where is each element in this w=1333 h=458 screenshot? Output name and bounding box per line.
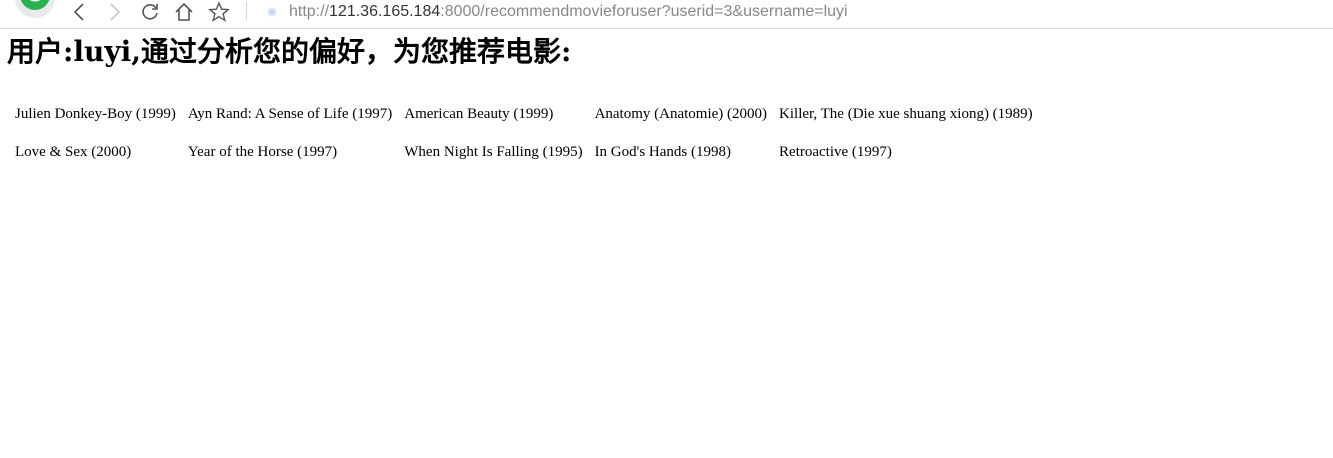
page-title: 用户:luyi,通过分析您的偏好，为您推荐电影: [7, 32, 571, 72]
chevron-right-icon [110, 3, 121, 21]
url-text[interactable]: http://121.36.165.184:8000/recommendmovi… [289, 3, 848, 21]
forward-button[interactable] [104, 0, 126, 24]
title-prefix: 用户 [7, 35, 64, 68]
table-row: Love & Sex (2000) Year of the Horse (199… [10, 134, 1038, 170]
username: luyi [73, 35, 132, 68]
movie-cell: Anatomy (Anatomie) (2000) [594, 106, 768, 122]
toolbar-divider [246, 2, 247, 20]
back-button[interactable] [68, 0, 90, 24]
home-button[interactable] [173, 0, 195, 24]
site-info-icon[interactable] [267, 7, 277, 17]
reload-button[interactable] [139, 0, 161, 24]
title-suffix: 通过分析您的偏好，为您推荐电影: [141, 35, 572, 68]
url-path: :8000/recommendmovieforuser?userid=3&use… [440, 3, 848, 20]
bookmark-button[interactable] [208, 0, 230, 24]
browser-logo-icon [13, 0, 57, 20]
url-scheme: http:// [289, 3, 330, 20]
movie-cell: Ayn Rand: A Sense of Life (1997) [187, 106, 393, 122]
title-sep-comma: , [131, 35, 142, 68]
address-bar[interactable]: http://121.36.165.184:8000/recommendmovi… [258, 0, 1318, 24]
movie-cell: Killer, The (Die xue shuang xiong) (1989… [779, 106, 1033, 122]
url-host: 121.36.165.184 [329, 3, 441, 20]
movie-cell: Julien Donkey-Boy (1999) [15, 106, 176, 122]
movie-cell: Year of the Horse (1997) [187, 144, 338, 160]
movie-cell: When Night Is Falling (1995) [404, 144, 583, 160]
movie-cell: In God's Hands (1998) [594, 144, 731, 160]
movie-recommendation-table: Julien Donkey-Boy (1999) Ayn Rand: A Sen… [8, 94, 1040, 172]
table-row: Julien Donkey-Boy (1999) Ayn Rand: A Sen… [10, 96, 1038, 132]
star-icon [208, 1, 230, 22]
home-icon [175, 2, 193, 21]
browser-toolbar: http://121.36.165.184:8000/recommendmovi… [0, 0, 1333, 29]
title-sep-colon: : [63, 35, 74, 68]
movie-cell: American Beauty (1999) [404, 106, 554, 122]
movie-cell: Retroactive (1997) [779, 144, 892, 160]
chevron-left-icon [73, 3, 84, 21]
movie-cell: Love & Sex (2000) [15, 144, 132, 160]
reload-icon [142, 4, 158, 20]
